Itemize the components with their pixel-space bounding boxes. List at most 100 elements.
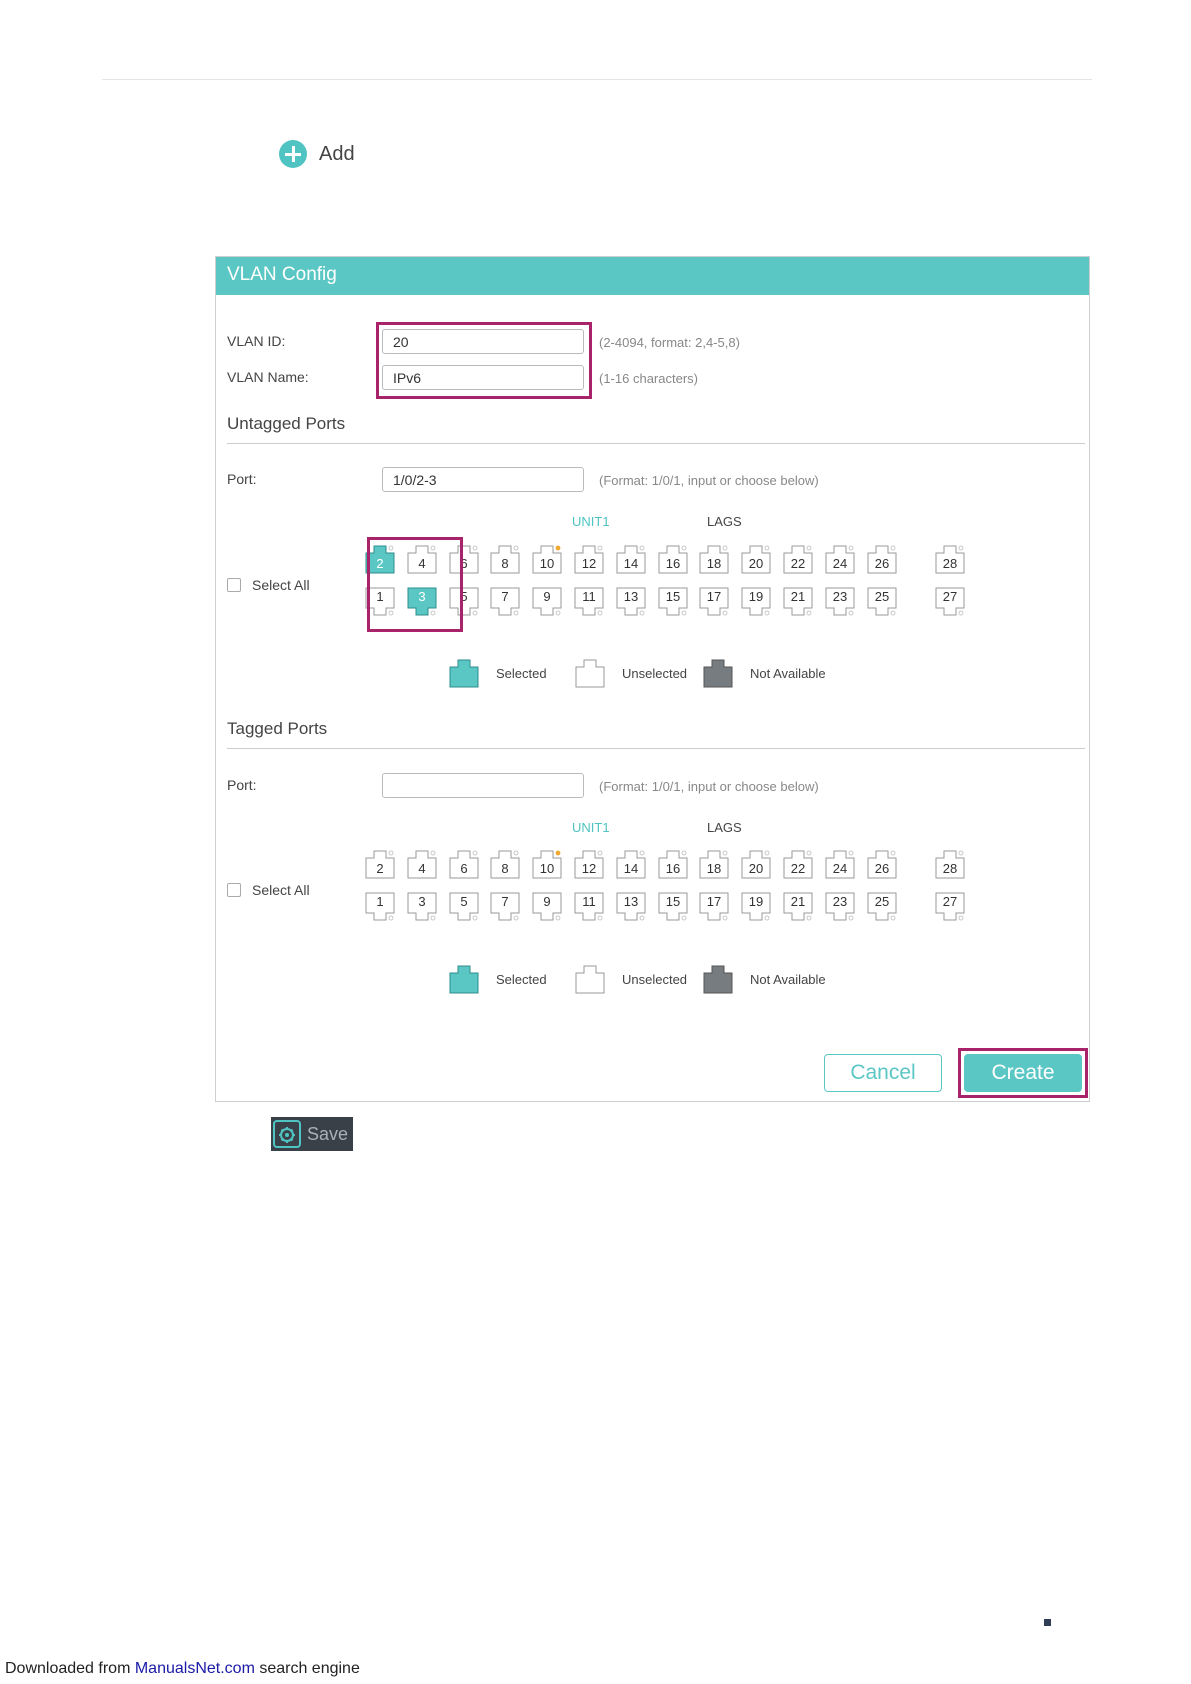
untagged-port-input[interactable] bbox=[382, 467, 584, 492]
tagged-port-9[interactable]: 9 bbox=[531, 891, 563, 923]
untagged-port-22[interactable]: 22 bbox=[782, 543, 814, 575]
tagged-select-all-label: Select All bbox=[252, 882, 310, 898]
untagged-port-hint: (Format: 1/0/1, input or choose below) bbox=[599, 473, 819, 488]
untagged-port-10[interactable]: 10 bbox=[531, 543, 563, 575]
untagged-port-11[interactable]: 11 bbox=[573, 586, 605, 618]
untagged-port-label-9: 9 bbox=[543, 589, 551, 604]
untagged-port-27[interactable]: 27 bbox=[934, 586, 966, 618]
save-button[interactable]: Save bbox=[271, 1117, 353, 1151]
tagged-legend-not-available-label: Not Available bbox=[750, 971, 826, 987]
save-label: Save bbox=[307, 1123, 349, 1144]
tagged-port-6[interactable]: 6 bbox=[448, 848, 480, 880]
untagged-port-19[interactable]: 19 bbox=[740, 586, 772, 618]
cancel-button[interactable]: Cancel bbox=[824, 1054, 942, 1092]
untagged-port-16[interactable]: 16 bbox=[657, 543, 689, 575]
tagged-port-17[interactable]: 17 bbox=[698, 891, 730, 923]
tagged-port-23[interactable]: 23 bbox=[824, 891, 856, 923]
untagged-port-20[interactable]: 20 bbox=[740, 543, 772, 575]
untagged-port-label-16: 16 bbox=[665, 556, 681, 571]
tagged-port-label-22: 22 bbox=[790, 861, 806, 876]
tagged-port-8[interactable]: 8 bbox=[489, 848, 521, 880]
tagged-port-28[interactable]: 28 bbox=[934, 848, 966, 880]
tagged-port-label-9: 9 bbox=[543, 894, 551, 909]
tagged-port-4[interactable]: 4 bbox=[406, 848, 438, 880]
tagged-lags-tab[interactable]: LAGS bbox=[707, 820, 742, 835]
vlan-id-label: VLAN ID: bbox=[227, 333, 286, 349]
tagged-port-input[interactable] bbox=[382, 773, 584, 798]
tagged-port-7[interactable]: 7 bbox=[489, 891, 521, 923]
untagged-port-label-21: 21 bbox=[790, 589, 806, 604]
untagged-port-label-28: 28 bbox=[942, 556, 958, 571]
untagged-port-8[interactable]: 8 bbox=[489, 543, 521, 575]
untagged-legend-selected-icon bbox=[449, 659, 479, 688]
untagged-port-21[interactable]: 21 bbox=[782, 586, 814, 618]
tagged-port-26[interactable]: 26 bbox=[866, 848, 898, 880]
tagged-port-22[interactable]: 22 bbox=[782, 848, 814, 880]
tagged-port-13[interactable]: 13 bbox=[615, 891, 647, 923]
untagged-port-13[interactable]: 13 bbox=[615, 586, 647, 618]
untagged-legend-unselected-label: Unselected bbox=[622, 665, 688, 681]
vlan-name-label: VLAN Name: bbox=[227, 369, 309, 385]
untagged-legend-unselected: Unselected bbox=[574, 657, 687, 689]
untagged-port-25[interactable]: 25 bbox=[866, 586, 898, 618]
untagged-port-26[interactable]: 26 bbox=[866, 543, 898, 575]
plus-circle-icon bbox=[279, 140, 307, 168]
tagged-port-3[interactable]: 3 bbox=[406, 891, 438, 923]
tagged-select-all[interactable]: Select All bbox=[227, 882, 310, 898]
untagged-divider bbox=[227, 443, 1085, 444]
tagged-port-20[interactable]: 20 bbox=[740, 848, 772, 880]
tagged-port-label: Port: bbox=[227, 777, 257, 793]
footer-link[interactable]: ManualsNet.com bbox=[135, 1660, 255, 1677]
untagged-port-28[interactable]: 28 bbox=[934, 543, 966, 575]
tagged-port-label-16: 16 bbox=[665, 861, 681, 876]
untagged-port-24[interactable]: 24 bbox=[824, 543, 856, 575]
tagged-port-2[interactable]: 2 bbox=[364, 848, 396, 880]
untagged-port-label-8: 8 bbox=[501, 556, 509, 571]
tagged-port-5[interactable]: 5 bbox=[448, 891, 480, 923]
panel-title: VLAN Config bbox=[216, 257, 1089, 295]
tagged-port-label-10: 10 bbox=[539, 861, 555, 876]
untagged-port-7[interactable]: 7 bbox=[489, 586, 521, 618]
tagged-port-16[interactable]: 16 bbox=[657, 848, 689, 880]
tagged-port-10[interactable]: 10 bbox=[531, 848, 563, 880]
untagged-port-label-12: 12 bbox=[581, 556, 597, 571]
add-button[interactable]: Add bbox=[279, 140, 355, 168]
tagged-port-19[interactable]: 19 bbox=[740, 891, 772, 923]
highlight-selected-ports bbox=[367, 537, 463, 632]
untagged-port-18[interactable]: 18 bbox=[698, 543, 730, 575]
footer-prefix: Downloaded from bbox=[5, 1660, 135, 1677]
untagged-port-17[interactable]: 17 bbox=[698, 586, 730, 618]
tagged-port-1[interactable]: 1 bbox=[364, 891, 396, 923]
tagged-port-14[interactable]: 14 bbox=[615, 848, 647, 880]
tagged-port-label-8: 8 bbox=[501, 861, 509, 876]
untagged-port-label-19: 19 bbox=[748, 589, 764, 604]
tagged-port-27[interactable]: 27 bbox=[934, 891, 966, 923]
untagged-port-label-15: 15 bbox=[665, 589, 681, 604]
untagged-port-label-23: 23 bbox=[832, 589, 848, 604]
untagged-port-9[interactable]: 9 bbox=[531, 586, 563, 618]
tagged-port-25[interactable]: 25 bbox=[866, 891, 898, 923]
untagged-port-label-26: 26 bbox=[874, 556, 890, 571]
tagged-port-label-5: 5 bbox=[460, 894, 468, 909]
tagged-port-21[interactable]: 21 bbox=[782, 891, 814, 923]
untagged-port-14[interactable]: 14 bbox=[615, 543, 647, 575]
untagged-select-all-checkbox[interactable] bbox=[227, 578, 241, 592]
untagged-port-23[interactable]: 23 bbox=[824, 586, 856, 618]
tagged-port-12[interactable]: 12 bbox=[573, 848, 605, 880]
tagged-port-11[interactable]: 11 bbox=[573, 891, 605, 923]
tagged-port-15[interactable]: 15 bbox=[657, 891, 689, 923]
footer-suffix: search engine bbox=[254, 1660, 360, 1677]
untagged-port-label-24: 24 bbox=[832, 556, 848, 571]
tagged-port-label-15: 15 bbox=[665, 894, 681, 909]
untagged-select-all[interactable]: Select All bbox=[227, 577, 310, 593]
tagged-unit1-tab[interactable]: UNIT1 bbox=[572, 820, 610, 835]
tagged-port-label-1: 1 bbox=[376, 894, 384, 909]
tagged-select-all-checkbox[interactable] bbox=[227, 883, 241, 897]
tagged-port-label-4: 4 bbox=[418, 861, 426, 876]
untagged-port-12[interactable]: 12 bbox=[573, 543, 605, 575]
untagged-lags-tab[interactable]: LAGS bbox=[707, 514, 742, 529]
tagged-port-24[interactable]: 24 bbox=[824, 848, 856, 880]
untagged-port-15[interactable]: 15 bbox=[657, 586, 689, 618]
tagged-port-18[interactable]: 18 bbox=[698, 848, 730, 880]
untagged-unit1-tab[interactable]: UNIT1 bbox=[572, 514, 610, 529]
